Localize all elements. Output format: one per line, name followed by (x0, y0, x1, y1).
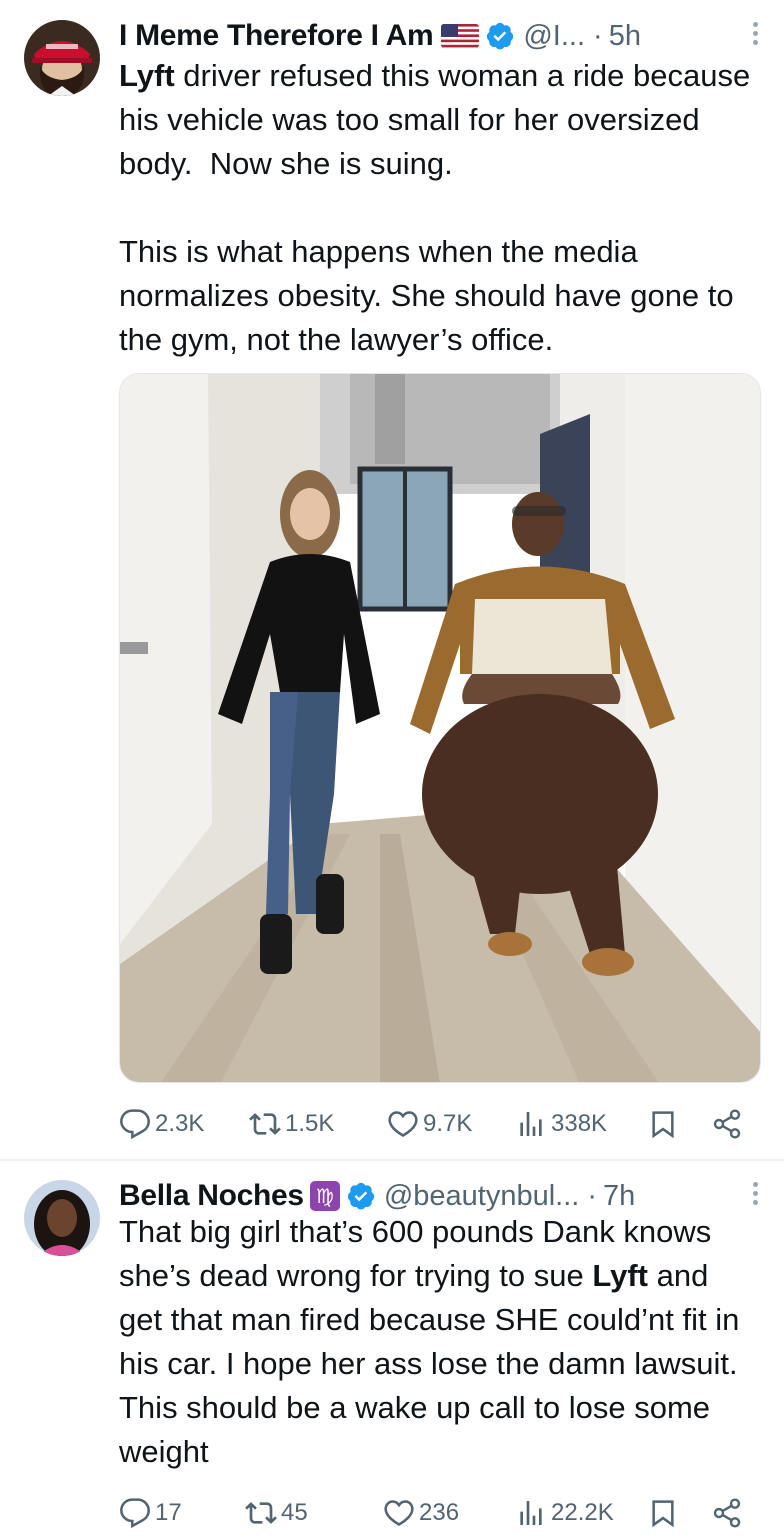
like-count: 236 (419, 1499, 460, 1526)
author-avatar[interactable] (24, 1180, 100, 1256)
views-button[interactable]: 22.2K (515, 1493, 614, 1533)
view-count: 338K (551, 1110, 608, 1137)
bookmark-button[interactable] (647, 1493, 683, 1533)
tweet-text: That big girl that’s 600 pounds Dank kno… (119, 1210, 760, 1474)
views-icon (520, 1501, 542, 1525)
author-handle[interactable]: @I... (523, 20, 585, 53)
separator-dot: · (593, 19, 603, 52)
author-handle[interactable]: @beautynbul... (384, 1180, 580, 1213)
bookmark-icon (652, 1500, 674, 1528)
bookmark-button[interactable] (647, 1104, 683, 1144)
share-button[interactable] (711, 1104, 747, 1144)
view-count: 22.2K (551, 1499, 614, 1526)
retweet-button[interactable]: 1.5K (249, 1104, 334, 1144)
share-icon (713, 1498, 741, 1528)
share-button[interactable] (711, 1493, 747, 1533)
more-options-icon[interactable] (750, 1182, 760, 1210)
retweet-icon (249, 1113, 281, 1135)
like-button[interactable]: 9.7K (387, 1104, 472, 1144)
share-icon (713, 1109, 741, 1139)
tweet-timestamp[interactable]: 7h (603, 1180, 635, 1213)
tweet-text: Lyft driver refused this woman a ride be… (119, 54, 760, 362)
heart-icon (388, 1111, 418, 1137)
tweet-actions: 2.3K 1.5K 9.7K 338K (119, 1104, 760, 1144)
tweet-actions: 17 45 236 22.2K (119, 1493, 760, 1533)
reply-icon (120, 1109, 150, 1140)
tweet-header: I Meme Therefore I Am @I... · 5h (119, 16, 760, 56)
bookmark-icon (652, 1111, 674, 1139)
retweet-count: 1.5K (285, 1110, 335, 1137)
verified-badge-icon (485, 21, 515, 51)
reply-icon (120, 1498, 150, 1529)
tweet-text-rest: driver refused this woman a ride because… (119, 58, 751, 357)
like-count: 9.7K (423, 1110, 473, 1137)
author-name[interactable]: Bella Noches (119, 1179, 304, 1213)
virgo-icon: ♍ (309, 1181, 340, 1211)
views-button[interactable]: 338K (515, 1104, 607, 1144)
retweet-count: 45 (281, 1499, 308, 1526)
us-flag-icon (441, 24, 480, 48)
reply-count: 17 (155, 1499, 182, 1526)
author-avatar[interactable] (24, 20, 100, 96)
tweet[interactable]: Bella Noches ♍ @beautynbul... · 7h That … (0, 1160, 784, 1536)
more-options-icon[interactable] (750, 22, 760, 50)
retweet-icon (245, 1502, 277, 1524)
tweet-text-bold-lead: Lyft (119, 58, 175, 93)
separator-dot: · (587, 1179, 597, 1212)
reply-button[interactable]: 2.3K (119, 1104, 204, 1144)
reply-button[interactable]: 17 (119, 1493, 182, 1533)
reply-count: 2.3K (155, 1110, 205, 1137)
tweet-timestamp[interactable]: 5h (609, 20, 641, 53)
verified-badge-icon (346, 1181, 376, 1211)
heart-icon (384, 1500, 414, 1526)
author-name[interactable]: I Meme Therefore I Am (119, 19, 434, 53)
like-button[interactable]: 236 (383, 1493, 459, 1533)
retweet-button[interactable]: 45 (245, 1493, 308, 1533)
views-icon (520, 1112, 542, 1136)
tweet-text-bold: Lyft (592, 1258, 648, 1293)
tweet-photo[interactable] (119, 373, 761, 1083)
tweet[interactable]: I Meme Therefore I Am @I... · 5h Lyft dr… (0, 0, 784, 1160)
